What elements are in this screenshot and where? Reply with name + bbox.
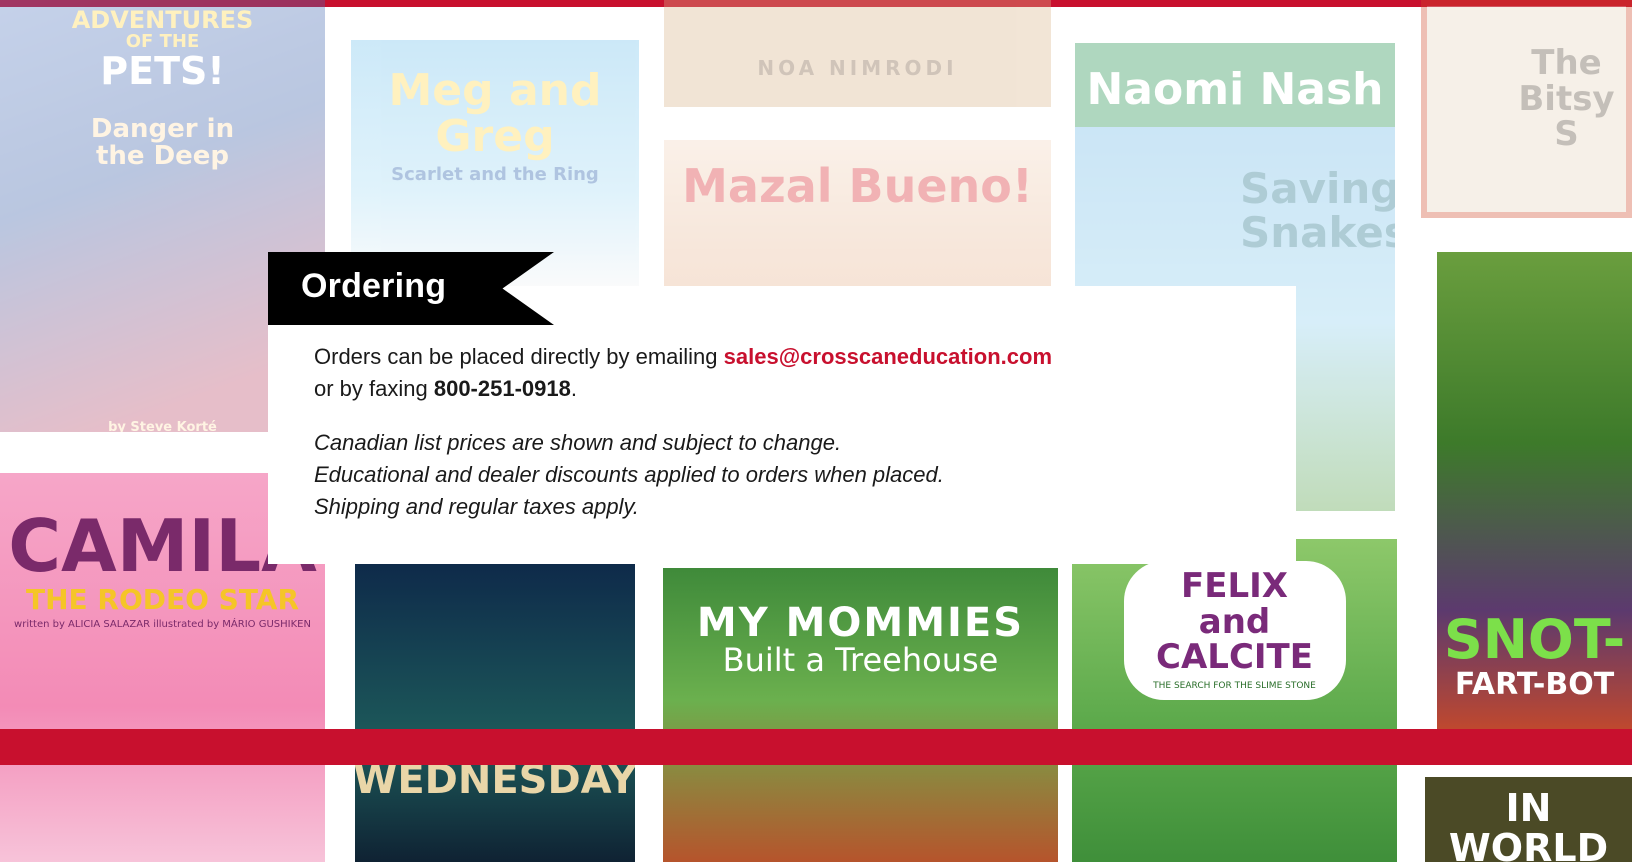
sales-email-link[interactable]: sales@crosscaneducation.com: [724, 344, 1052, 369]
cover-title: IN WORLD: [1448, 786, 1609, 862]
cover-subtitle: Scarlet and the Ring: [391, 164, 599, 186]
cover-author: NOA NIMRODI: [757, 56, 958, 80]
ordering-note: Shipping and regular taxes apply.: [314, 494, 639, 519]
cover-title: SNOT-: [1443, 608, 1626, 671]
cover-subtitle: THE RODEO STAR: [25, 582, 299, 616]
cover-title: Meg and Greg: [388, 65, 602, 163]
book-cover-my-mommies[interactable]: MY MOMMIES Built a Treehouse: [663, 568, 1058, 862]
ordering-heading: Ordering: [301, 267, 447, 305]
ordering-notes: Canadian list prices are shown and subje…: [314, 427, 944, 523]
ordering-fax-prefix: or by faxing: [314, 376, 434, 401]
ordering-note: Educational and dealer discounts applied…: [314, 462, 944, 487]
fax-number: 800-251-0918: [433, 376, 571, 401]
book-cover-wednesday[interactable]: WEDNESDAY: [355, 563, 635, 862]
cover-title: WEDNESDAY: [355, 757, 635, 803]
cover-subtitle: THE SEARCH FOR THE SLIME STONE: [1153, 681, 1316, 692]
ordering-instructions: Orders can be placed directly by emailin…: [314, 341, 1052, 405]
book-cover-snot[interactable]: SNOT- FART-BOT: [1437, 252, 1632, 730]
cover-title: MY MOMMIES: [696, 600, 1025, 646]
book-cover-felix-and-calcite[interactable]: FELIX and CALCITE THE SEARCH FOR THE SLI…: [1072, 539, 1397, 862]
cover-credit: by Steve Korté: [108, 419, 217, 432]
book-cover-noa-nimrodi[interactable]: NOA NIMRODI: [664, 0, 1051, 107]
book-cover-mazal-bueno[interactable]: Mazal Bueno!: [664, 140, 1051, 290]
bottom-accent-bar: [0, 729, 1632, 765]
ordering-line-1: Orders can be placed directly by emailin…: [314, 341, 1052, 373]
cover-subtitle: Built a Treehouse: [722, 641, 999, 679]
book-cover-bitsy[interactable]: The Bitsy S: [1421, 0, 1632, 218]
cover-title: The Bitsy S: [1518, 43, 1615, 155]
cover-title: Mazal Bueno!: [682, 159, 1033, 213]
cover-subtitle: Saving Snakes: [1240, 164, 1395, 258]
ordering-note: Canadian list prices are shown and subje…: [314, 430, 842, 455]
cover-subtitle: Danger in the Deep: [90, 113, 235, 172]
cover-title: FELIX and CALCITE: [1156, 566, 1313, 678]
ordering-email-prefix: Orders can be placed directly by emailin…: [314, 344, 724, 369]
ordering-line-2: or by faxing 800-251-0918.: [314, 373, 1052, 405]
cover-subtitle: FART-BOT: [1454, 666, 1615, 702]
cover-title: ADVENTURES: [71, 6, 254, 34]
cover-credit: written by ALICIA SALAZAR illustrated by…: [14, 618, 311, 630]
cover-title: Naomi Nash: [1086, 64, 1384, 115]
cover-badge: FELIX and CALCITE THE SEARCH FOR THE SLI…: [1123, 561, 1346, 700]
cover-title: PETS!: [100, 49, 225, 94]
book-cover-in-world[interactable]: IN WORLD: [1425, 777, 1632, 862]
ordering-fax-suffix: .: [570, 376, 577, 401]
